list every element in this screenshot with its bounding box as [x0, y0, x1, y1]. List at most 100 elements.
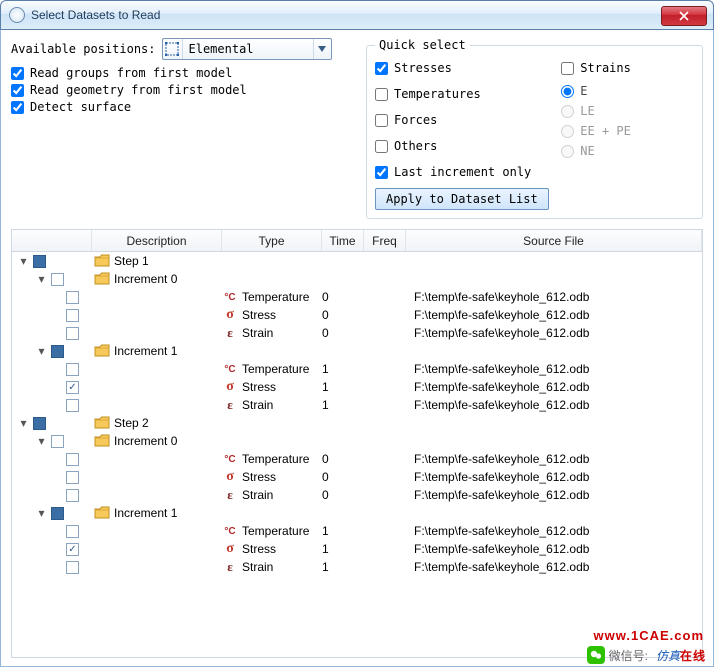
- read-geometry-label: Read geometry from first model: [30, 83, 247, 97]
- row-checkbox[interactable]: [51, 345, 64, 358]
- detect-surface-checkbox[interactable]: Detect surface: [11, 100, 356, 114]
- strain-icon: ε: [222, 325, 238, 341]
- temperature-icon: °C: [222, 364, 238, 375]
- stress-icon: σ: [222, 379, 238, 395]
- qs-last-increment[interactable]: Last increment only: [375, 165, 531, 179]
- read-geometry-checkbox[interactable]: Read geometry from first model: [11, 83, 356, 97]
- read-geometry-input[interactable]: [11, 84, 24, 97]
- app-icon: [9, 7, 25, 23]
- tree-expander[interactable]: ▾: [18, 418, 29, 429]
- tree-expander[interactable]: ▾: [36, 274, 47, 285]
- row-checkbox[interactable]: [66, 363, 79, 376]
- row-checkbox[interactable]: [66, 489, 79, 502]
- qs-radio-ne: NE: [561, 144, 631, 158]
- tree-increment-row[interactable]: ▾Increment 1: [12, 504, 702, 522]
- detect-surface-label: Detect surface: [30, 100, 131, 114]
- tree-data-row[interactable]: σStress1F:\temp\fe-safe\keyhole_612.odb: [12, 378, 702, 396]
- tree-expander[interactable]: ▾: [36, 346, 47, 357]
- row-checkbox[interactable]: [51, 273, 64, 286]
- watermark-url: www.1CAE.com: [594, 628, 704, 643]
- tree-body: ▾Step 1▾Increment 0°CTemperature0F:\temp…: [12, 252, 702, 576]
- tree-data-row[interactable]: °CTemperature1F:\temp\fe-safe\keyhole_61…: [12, 360, 702, 378]
- wechat-icon: [587, 646, 605, 664]
- tree-data-row[interactable]: σStress0F:\temp\fe-safe\keyhole_612.odb: [12, 306, 702, 324]
- row-checkbox[interactable]: [66, 561, 79, 574]
- row-checkbox[interactable]: [66, 399, 79, 412]
- qs-radio-le: LE: [561, 104, 631, 118]
- tree-increment-row[interactable]: ▾Increment 0: [12, 270, 702, 288]
- strain-icon: ε: [222, 397, 238, 413]
- tree-step-row[interactable]: ▾Step 2: [12, 414, 702, 432]
- table-header: Description Type Time Freq Source File: [12, 230, 702, 252]
- row-checkbox[interactable]: [66, 543, 79, 556]
- qs-strains[interactable]: Strains: [561, 61, 631, 75]
- quick-select-legend: Quick select: [375, 38, 470, 52]
- tree-data-row[interactable]: °CTemperature1F:\temp\fe-safe\keyhole_61…: [12, 522, 702, 540]
- row-checkbox[interactable]: [66, 327, 79, 340]
- apply-to-dataset-button[interactable]: Apply to Dataset List: [375, 188, 549, 210]
- tree-increment-row[interactable]: ▾Increment 0: [12, 432, 702, 450]
- temperature-icon: °C: [222, 292, 238, 303]
- tree-expander[interactable]: ▾: [36, 508, 47, 519]
- tree-data-row[interactable]: °CTemperature0F:\temp\fe-safe\keyhole_61…: [12, 288, 702, 306]
- read-groups-label: Read groups from first model: [30, 66, 232, 80]
- row-checkbox[interactable]: [51, 435, 64, 448]
- available-positions-value: Elemental: [183, 42, 313, 56]
- detect-surface-input[interactable]: [11, 101, 24, 114]
- tree-data-row[interactable]: °CTemperature0F:\temp\fe-safe\keyhole_61…: [12, 450, 702, 468]
- stress-icon: σ: [222, 307, 238, 323]
- watermark-text-2: 在线: [680, 649, 706, 663]
- col-source[interactable]: Source File: [406, 230, 702, 251]
- qs-forces[interactable]: Forces: [375, 113, 531, 127]
- row-checkbox[interactable]: [66, 525, 79, 538]
- row-checkbox[interactable]: [66, 471, 79, 484]
- strain-icon: ε: [222, 487, 238, 503]
- tree-increment-row[interactable]: ▾Increment 1: [12, 342, 702, 360]
- quick-select-group: Quick select Stresses Temperatures Force…: [366, 38, 703, 219]
- qs-temperatures[interactable]: Temperatures: [375, 87, 531, 101]
- col-time[interactable]: Time: [322, 230, 364, 251]
- read-groups-input[interactable]: [11, 67, 24, 80]
- dataset-tree-table[interactable]: Description Type Time Freq Source File ▾…: [11, 229, 703, 658]
- wechat-badge: 微信号:: [587, 646, 648, 664]
- available-positions-combo[interactable]: Elemental: [162, 38, 332, 60]
- tree-expander[interactable]: ▾: [36, 436, 47, 447]
- close-button[interactable]: [661, 6, 707, 26]
- row-checkbox[interactable]: [66, 381, 79, 394]
- tree-data-row[interactable]: σStress0F:\temp\fe-safe\keyhole_612.odb: [12, 468, 702, 486]
- available-positions-label: Available positions:: [11, 42, 156, 56]
- tree-data-row[interactable]: εStrain1F:\temp\fe-safe\keyhole_612.odb: [12, 558, 702, 576]
- tree-data-row[interactable]: εStrain0F:\temp\fe-safe\keyhole_612.odb: [12, 486, 702, 504]
- row-checkbox[interactable]: [66, 291, 79, 304]
- row-checkbox[interactable]: [66, 309, 79, 322]
- qs-stresses[interactable]: Stresses: [375, 61, 531, 75]
- qs-radio-eepe: EE + PE: [561, 124, 631, 138]
- watermark-text-1: 仿真: [656, 649, 680, 663]
- tree-data-row[interactable]: εStrain0F:\temp\fe-safe\keyhole_612.odb: [12, 324, 702, 342]
- tree-expander[interactable]: ▾: [18, 256, 29, 267]
- elemental-icon: [163, 39, 183, 59]
- row-checkbox[interactable]: [66, 453, 79, 466]
- stress-icon: σ: [222, 541, 238, 557]
- col-description[interactable]: Description: [92, 230, 222, 251]
- row-checkbox[interactable]: [51, 507, 64, 520]
- window-title: Select Datasets to Read: [31, 8, 160, 22]
- footer-watermark: 微信号: 仿真在线 www.1CAE.com: [587, 646, 706, 664]
- temperature-icon: °C: [222, 454, 238, 465]
- tree-data-row[interactable]: εStrain1F:\temp\fe-safe\keyhole_612.odb: [12, 396, 702, 414]
- col-freq[interactable]: Freq: [364, 230, 406, 251]
- title-bar: Select Datasets to Read: [0, 0, 714, 30]
- close-icon: [679, 11, 689, 21]
- row-checkbox[interactable]: [33, 417, 46, 430]
- qs-others[interactable]: Others: [375, 139, 531, 153]
- tree-data-row[interactable]: σStress1F:\temp\fe-safe\keyhole_612.odb: [12, 540, 702, 558]
- col-type[interactable]: Type: [222, 230, 322, 251]
- chevron-down-icon: [313, 39, 331, 59]
- read-groups-checkbox[interactable]: Read groups from first model: [11, 66, 356, 80]
- temperature-icon: °C: [222, 526, 238, 537]
- strain-icon: ε: [222, 559, 238, 575]
- row-checkbox[interactable]: [33, 255, 46, 268]
- stress-icon: σ: [222, 469, 238, 485]
- qs-radio-e[interactable]: E: [561, 84, 631, 98]
- tree-step-row[interactable]: ▾Step 1: [12, 252, 702, 270]
